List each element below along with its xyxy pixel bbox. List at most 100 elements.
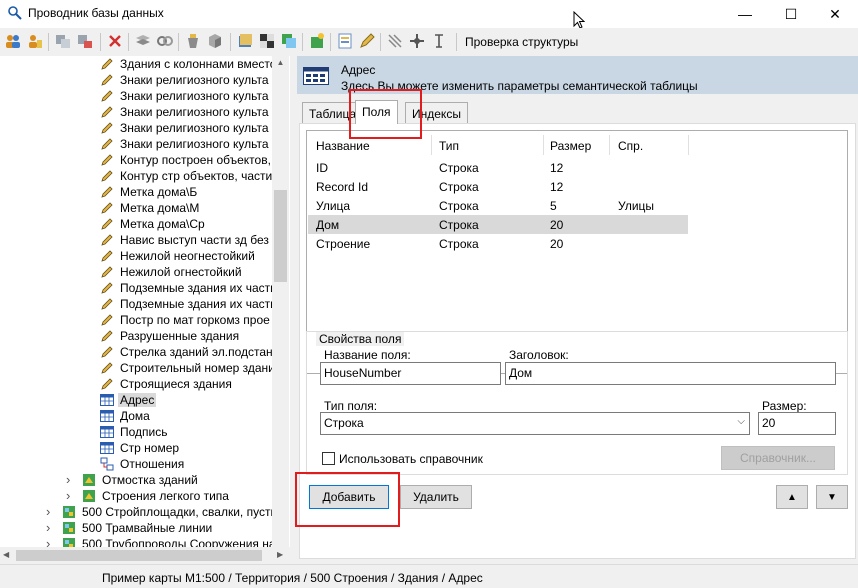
move-layer-icon[interactable] — [76, 32, 94, 50]
copy-layer-icon[interactable] — [54, 32, 72, 50]
tree-vertical-scrollbar[interactable]: ▲ — [272, 56, 289, 547]
chevron-right-icon[interactable]: › — [46, 520, 50, 535]
tree-item[interactable]: › Строения легкого типа — [0, 488, 272, 504]
book-icon[interactable] — [236, 32, 254, 50]
tree-item[interactable]: › 500 Стройплощадки, свалки, пусть — [0, 504, 277, 520]
tree-item[interactable]: › 500 Трамвайные линии — [0, 520, 272, 536]
edit-icon[interactable] — [358, 32, 376, 50]
pencil-icon — [100, 57, 114, 71]
text-cursor-icon[interactable] — [430, 32, 448, 50]
column-header-size[interactable]: Размер — [550, 139, 591, 153]
new-table-icon[interactable] — [308, 32, 326, 50]
tree-item-label: 500 Стройплощадки, свалки, пусть — [82, 505, 277, 519]
chevron-right-icon[interactable]: › — [66, 472, 70, 487]
form-icon[interactable] — [336, 32, 354, 50]
cube-icon[interactable] — [206, 32, 224, 50]
tree-item[interactable]: Контур стр объектов, части — [0, 168, 272, 184]
close-button[interactable]: ✕ — [812, 0, 858, 28]
delete-icon[interactable] — [106, 32, 124, 50]
tree-item-label: Метка дома\М — [120, 201, 200, 215]
add-button[interactable]: Добавить — [309, 485, 389, 509]
tree-item-label: Метка дома\Ср — [120, 217, 205, 231]
table-row[interactable]: Дом Строка 20 — [308, 215, 688, 234]
tree-item[interactable]: Стр номер — [0, 440, 272, 456]
cell-name: Строение — [316, 237, 371, 251]
minimize-button[interactable]: — — [722, 0, 768, 28]
tab-fields[interactable]: Поля — [355, 100, 398, 124]
tree-item-label: Нежилой огнестойкий — [120, 265, 242, 279]
tree-item[interactable]: Метка дома\Ср — [0, 216, 272, 232]
column-header-name[interactable]: Название — [316, 139, 370, 153]
stack-icon[interactable] — [134, 32, 152, 50]
tree-item[interactable]: Дома — [0, 408, 272, 424]
crosshair-icon[interactable] — [408, 32, 426, 50]
tree-item[interactable]: Нежилой неогнестойкий — [0, 248, 272, 264]
h-scrollbar-thumb[interactable] — [16, 550, 262, 561]
size-input[interactable]: 20 — [758, 412, 836, 435]
checker-icon[interactable] — [258, 32, 276, 50]
tree-item[interactable]: Подземные здания их части — [0, 280, 277, 296]
column-header-ref[interactable]: Спр. — [618, 139, 643, 153]
tree-item[interactable]: Нежилой огнестойкий — [0, 264, 272, 280]
table-row[interactable]: Улица Строка 5 Улицы — [308, 196, 688, 215]
dictionary-button[interactable]: Справочник... — [721, 446, 835, 470]
user-key-icon[interactable] — [26, 32, 44, 50]
database-tree[interactable]: Здания с колоннами вместо Знаки религиозн… — [0, 56, 290, 564]
structure-check-button[interactable]: Проверка структуры — [465, 35, 578, 49]
tree-item-label: Контур построен объектов, — [120, 153, 271, 167]
maximize-button[interactable]: ☐ — [768, 0, 814, 28]
link-icon[interactable] — [156, 32, 174, 50]
table-icon — [100, 425, 114, 439]
chevron-right-icon[interactable]: › — [46, 504, 50, 519]
field-name-input[interactable]: HouseNumber — [320, 362, 501, 385]
tree-item[interactable]: Знаки религиозного культа — [0, 120, 272, 136]
field-type-select[interactable]: Строка ⌵ — [320, 412, 750, 435]
tree-item[interactable]: Строительный номер здани — [0, 360, 275, 376]
table-row[interactable]: Record Id Строка 12 — [308, 177, 688, 196]
tree-item[interactable]: Здания с колоннами вместо — [0, 56, 276, 72]
cell-ref: Улицы — [618, 199, 655, 213]
table-row[interactable]: ID Строка 12 — [308, 158, 688, 177]
tree-item[interactable]: Метка дома\М — [0, 200, 272, 216]
column-header-type[interactable]: Тип — [439, 139, 459, 153]
tree-item[interactable]: Метка дома\Б — [0, 184, 272, 200]
bucket-icon[interactable] — [184, 32, 202, 50]
tree-item[interactable]: Навис выступ части зд без о — [0, 232, 279, 248]
database-explorer-icon — [8, 6, 22, 20]
tree-item[interactable]: Знаки религиозного культа — [0, 88, 272, 104]
tree-item[interactable]: Постр по мат горкомз прое — [0, 312, 272, 328]
caption-input[interactable]: Дом — [505, 362, 836, 385]
scroll-up-arrow-icon[interactable]: ▲ — [274, 58, 287, 68]
use-dictionary-checkbox[interactable] — [322, 452, 335, 465]
tree-item[interactable]: Знаки религиозного культа — [0, 72, 272, 88]
tree-item-label: Строения легкого типа — [102, 489, 229, 503]
scrollbar-thumb[interactable] — [274, 190, 287, 282]
users-icon[interactable] — [4, 32, 22, 50]
tree-item[interactable]: Контур построен объектов, — [0, 152, 272, 168]
move-down-button[interactable]: ▼ — [816, 485, 848, 509]
tree-item[interactable]: Отношения — [0, 456, 272, 472]
table-row[interactable]: Строение Строка 20 — [308, 234, 688, 253]
tree-item[interactable]: Подпись — [0, 424, 272, 440]
mouse-cursor-icon — [573, 11, 585, 29]
delete-button[interactable]: Удалить — [400, 485, 472, 509]
scroll-right-arrow-icon[interactable]: ▶ — [277, 550, 283, 559]
tree-item[interactable]: Стрелка зданий эл.подстанц — [0, 344, 280, 360]
tree-item-label: Отношения — [120, 457, 185, 471]
grid-icon[interactable] — [386, 32, 404, 50]
tree-item[interactable]: Адрес — [0, 392, 272, 408]
scroll-left-arrow-icon[interactable]: ◀ — [3, 550, 9, 559]
tab-table[interactable]: Таблица — [302, 102, 364, 124]
tab-indexes[interactable]: Индексы — [405, 102, 468, 124]
tree-item[interactable]: › Отмостка зданий — [0, 472, 272, 488]
tree-horizontal-scrollbar[interactable]: ◀ ▶ — [0, 547, 290, 564]
move-up-button[interactable]: ▲ — [776, 485, 808, 509]
tree-item[interactable]: Разрушенные здания — [0, 328, 272, 344]
chevron-down-icon[interactable]: ⌵ — [737, 416, 745, 427]
chevron-right-icon[interactable]: › — [66, 488, 70, 503]
tree-item[interactable]: Строящиеся здания — [0, 376, 272, 392]
tree-item[interactable]: Знаки религиозного культа — [0, 136, 272, 152]
tree-item[interactable]: Подземные здания их части — [0, 296, 277, 312]
layers-green-icon[interactable] — [280, 32, 298, 50]
tree-item[interactable]: Знаки религиозного культа — [0, 104, 272, 120]
